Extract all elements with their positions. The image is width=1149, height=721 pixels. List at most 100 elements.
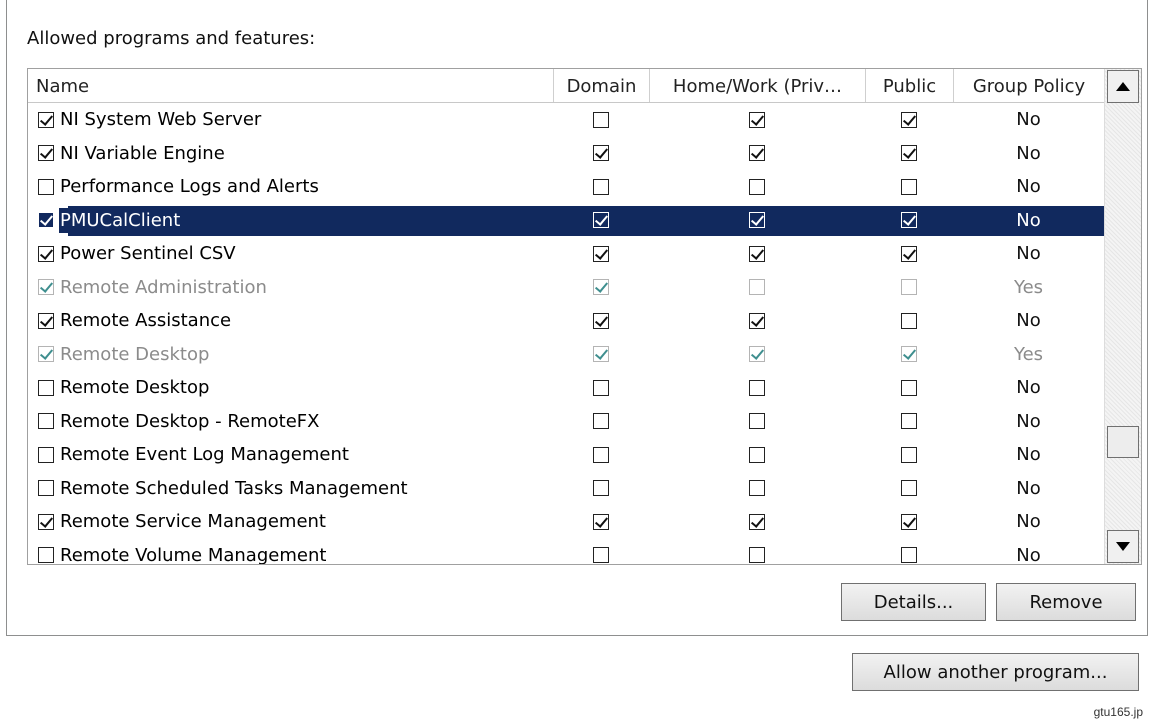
enabled-cell: NI System Web Server [38,103,553,136]
table-row[interactable]: Remote Scheduled Tasks Management No [28,472,1104,506]
public-checkbox[interactable] [901,379,917,396]
column-header-name[interactable]: Name [28,69,553,102]
domain-checkbox[interactable] [593,178,609,195]
group-policy-value: No [1016,109,1041,130]
table-row[interactable]: Remote Assistance No [28,304,1104,338]
domain-checkbox[interactable] [593,212,609,228]
domain-checkbox[interactable] [593,379,609,396]
public-checkbox[interactable] [901,480,917,496]
enabled-checkbox[interactable] [38,178,54,195]
group-policy-value: No [1016,410,1041,432]
home-work-checkbox[interactable] [749,279,765,295]
table-row[interactable]: Remote Administration Yes [28,271,1104,305]
home-work-checkbox[interactable] [749,346,765,362]
home-work-checkbox[interactable] [749,111,765,128]
program-name: Remote Desktop - RemoteFX [60,410,320,432]
table-row[interactable]: Remote Desktop Yes [28,338,1104,372]
domain-checkbox[interactable] [593,480,609,496]
table-row[interactable]: Performance Logs and Alerts No [28,170,1104,204]
allow-another-program-button[interactable]: Allow another program... [852,653,1139,691]
enabled-checkbox[interactable] [38,145,54,161]
scroll-up-button[interactable] [1107,70,1139,103]
domain-cell [553,539,649,565]
table-row[interactable]: Power Sentinel CSV No [28,237,1104,271]
enabled-checkbox[interactable] [38,413,54,429]
remove-button[interactable]: Remove [996,583,1136,621]
column-header-domain[interactable]: Domain [553,69,649,102]
program-name: PMUCalClient [59,207,182,233]
domain-checkbox[interactable] [593,312,609,329]
public-cell [865,539,953,565]
public-checkbox[interactable] [901,245,917,262]
home-work-checkbox[interactable] [749,413,765,429]
public-checkbox[interactable] [901,513,917,530]
section-label: Allowed programs and features: [27,28,316,49]
enabled-checkbox[interactable] [38,379,54,396]
scroll-thumb[interactable] [1107,426,1139,458]
scroll-down-button[interactable] [1107,530,1139,563]
domain-checkbox[interactable] [593,446,609,463]
table-row[interactable]: NI Variable Engine No [28,137,1104,171]
home-work-checkbox[interactable] [749,446,765,463]
home-work-checkbox[interactable] [749,145,765,161]
home-work-checkbox[interactable] [749,480,765,496]
table-row[interactable]: Remote Service Management No [28,505,1104,539]
enabled-checkbox[interactable] [38,245,54,262]
table-row[interactable]: PMUCalClient No [28,204,1104,238]
table-row[interactable]: Remote Desktop - RemoteFX No [28,405,1104,439]
home-work-checkbox[interactable] [749,178,765,195]
column-header-group-policy[interactable]: Group Policy [953,69,1104,102]
domain-checkbox[interactable] [593,279,609,295]
table-row[interactable]: NI System Web Server No [28,103,1104,137]
public-checkbox[interactable] [901,446,917,463]
domain-cell [553,505,649,538]
home-work-checkbox[interactable] [749,312,765,329]
table-row[interactable]: Remote Volume Management No [28,539,1104,565]
column-header-home-work[interactable]: Home/Work (Priv… [649,69,865,102]
public-checkbox[interactable] [901,212,917,228]
enabled-checkbox[interactable] [38,279,54,295]
public-checkbox[interactable] [901,547,917,563]
enabled-cell: Remote Assistance [38,304,553,337]
enabled-checkbox[interactable] [38,513,54,530]
public-cell [865,137,953,170]
home-work-checkbox[interactable] [749,513,765,530]
home-work-cell [649,371,865,404]
public-checkbox[interactable] [901,279,917,295]
enabled-checkbox[interactable] [38,111,54,128]
table-row[interactable]: Remote Desktop No [28,371,1104,405]
program-name: Remote Scheduled Tasks Management [60,477,408,499]
programs-list[interactable]: Name Domain Home/Work (Priv… Public Grou… [27,68,1142,565]
domain-checkbox[interactable] [593,413,609,429]
home-work-checkbox[interactable] [749,212,765,228]
vertical-scrollbar[interactable] [1104,69,1141,564]
home-work-cell [649,204,865,237]
enabled-checkbox[interactable] [38,446,54,463]
public-checkbox[interactable] [901,178,917,195]
enabled-checkbox[interactable] [38,212,54,228]
enabled-checkbox[interactable] [38,480,54,496]
domain-checkbox[interactable] [593,111,609,128]
public-checkbox[interactable] [901,346,917,362]
enabled-checkbox[interactable] [38,346,54,362]
domain-checkbox[interactable] [593,145,609,161]
public-cell [865,472,953,505]
details-button[interactable]: Details... [841,583,986,621]
table-row[interactable]: Remote Event Log Management No [28,438,1104,472]
public-checkbox[interactable] [901,312,917,329]
enabled-checkbox[interactable] [38,312,54,329]
home-work-checkbox[interactable] [749,245,765,262]
domain-checkbox[interactable] [593,346,609,362]
public-checkbox[interactable] [901,413,917,429]
domain-checkbox[interactable] [593,513,609,530]
public-checkbox[interactable] [901,111,917,128]
enabled-checkbox[interactable] [38,547,54,563]
home-work-checkbox[interactable] [749,379,765,396]
enabled-cell: Remote Volume Management [38,539,553,564]
domain-checkbox[interactable] [593,245,609,262]
domain-checkbox[interactable] [593,547,609,563]
home-work-checkbox[interactable] [749,547,765,563]
public-checkbox[interactable] [901,145,917,161]
group-policy-value: No [1016,310,1041,331]
column-header-public[interactable]: Public [865,69,953,102]
